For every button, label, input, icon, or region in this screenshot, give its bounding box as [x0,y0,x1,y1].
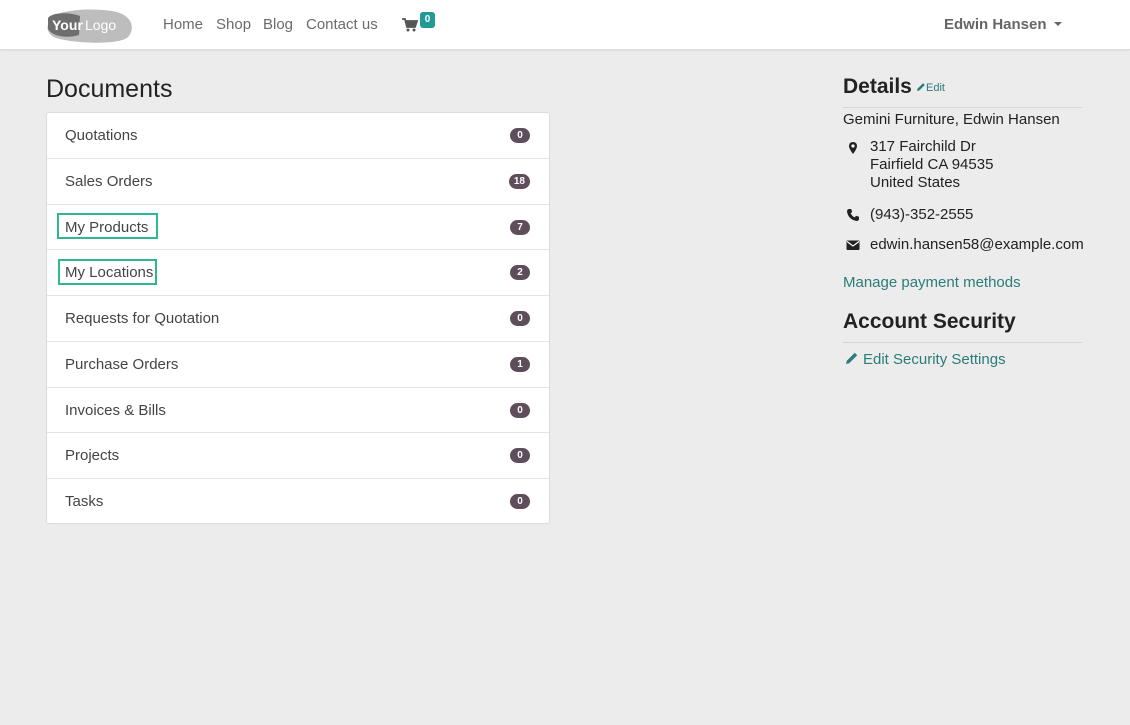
details-divider [843,107,1082,108]
doc-row-projects[interactable]: Projects 0 [47,433,549,479]
doc-count-badge: 0 [510,448,530,464]
doc-label: Purchase Orders [65,355,179,373]
doc-count-badge: 0 [510,128,530,143]
doc-label: Projects [65,447,120,465]
documents-list: Quotations 0 Sales Orders 18 My Products… [46,112,550,524]
doc-row-purchase-orders[interactable]: Purchase Orders 1 [47,342,549,388]
user-menu-dropdown[interactable]: Edwin Hansen [944,16,1062,33]
nav-home-link[interactable]: Home [163,16,203,33]
doc-count-badge: 2 [510,265,530,281]
envelope-icon [846,240,860,250]
doc-label: Requests for Quotation [65,310,220,327]
manage-payment-methods-link[interactable]: Manage payment methods [843,274,1021,291]
doc-count-badge: 0 [510,311,530,326]
doc-label: Tasks [65,493,104,510]
doc-label: Invoices & Bills [65,401,166,419]
address-line-3: United States [870,174,961,191]
doc-label: Sales Orders [65,172,153,190]
highlight-my-locations [58,259,157,285]
doc-count-badge: 1 [510,356,530,372]
doc-count-badge: 0 [510,494,530,509]
nav-contact-link[interactable]: Contact us [306,16,378,33]
doc-row-requests-for-quotation[interactable]: Requests for Quotation 0 [47,296,549,342]
nav-shop-link[interactable]: Shop [216,16,251,33]
top-navbar: Your Logo Home Shop Blog Contact us 0 Ed… [0,0,1130,50]
caret-down-icon [1053,22,1062,26]
details-title: Details [843,75,912,98]
doc-label: Quotations [65,127,138,144]
edit-security-settings-link[interactable]: Edit Security Settings [845,351,1006,368]
phone-icon [847,209,859,221]
pencil-icon [846,352,858,364]
doc-count-badge: 18 [508,173,530,189]
partner-name: Gemini Furniture, Edwin Hansen [843,111,1060,128]
address-line-1: 317 Fairchild Dr [870,138,976,155]
user-name: Edwin Hansen [944,16,1047,33]
svg-text:Your: Your [52,17,83,33]
security-divider [843,342,1082,343]
documents-title: Documents [46,75,173,103]
account-security-title: Account Security [843,310,1016,333]
highlight-my-products [57,213,158,239]
edit-security-label: Edit Security Settings [863,351,1006,368]
edit-details-link[interactable]: Edit [916,82,945,94]
doc-row-sales-orders[interactable]: Sales Orders 18 [47,159,549,205]
cart-count-badge: 0 [420,12,435,28]
nav-blog-link[interactable]: Blog [263,16,293,33]
edit-label: Edit [926,82,945,94]
address-line-2: Fairfield CA 94535 [870,156,994,173]
doc-row-invoices-bills[interactable]: Invoices & Bills 0 [47,388,549,434]
doc-row-quotations[interactable]: Quotations 0 [47,113,549,159]
map-marker-icon [849,142,857,154]
doc-row-tasks[interactable]: Tasks 0 [47,479,549,525]
doc-count-badge: 0 [510,402,530,418]
pencil-icon [917,83,925,91]
shopping-cart-icon [402,18,418,32]
cart-button[interactable]: 0 [402,12,438,36]
phone-number: (943)-352-2555 [870,206,974,223]
company-logo[interactable]: Your Logo [46,8,134,43]
svg-text:Logo: Logo [85,17,116,33]
email-address: edwin.hansen58@example.com [870,236,1084,253]
doc-count-badge: 7 [510,219,530,235]
